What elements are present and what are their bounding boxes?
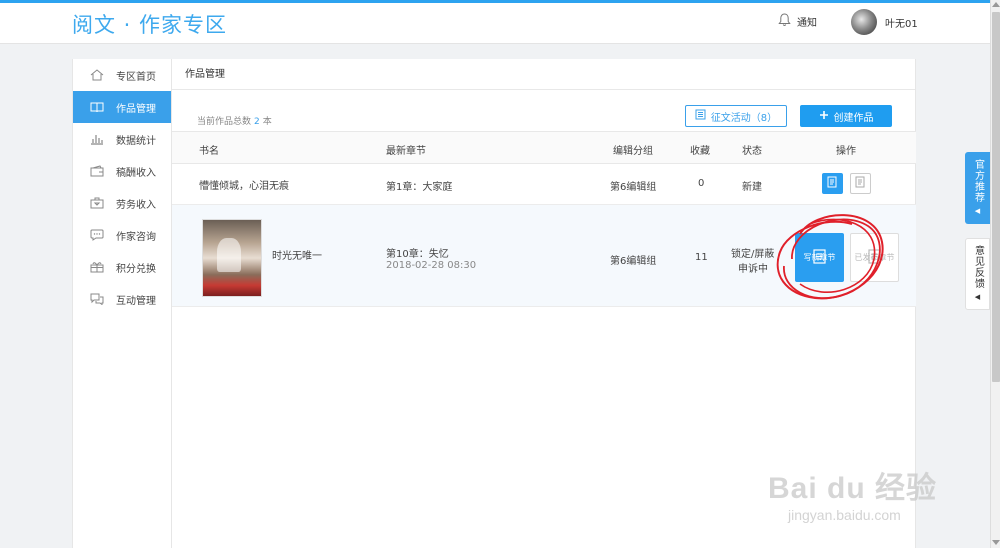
contest-button-label: 征文活动（8）	[710, 112, 778, 124]
sidebar-item-label: 劳务收入	[116, 199, 156, 211]
sidebar: 专区首页 作品管理 数据统计 稿酬收入 劳务收入 作家咨询 积分兑换 互动管理	[72, 59, 172, 548]
notification-label: 通知	[797, 18, 817, 29]
create-work-label: 创建作品	[833, 112, 874, 124]
chat-bubble-icon	[90, 229, 104, 241]
sidebar-item-label: 作家咨询	[116, 231, 156, 243]
sidebar-item-consult[interactable]: 作家咨询	[73, 219, 171, 251]
table-header: 书名 最新章节 编辑分组 收藏 状态 操作	[172, 131, 916, 164]
feedback-label: 意见反馈	[972, 245, 984, 289]
column-actions: 操作	[836, 146, 856, 157]
scroll-up-arrow-icon[interactable]	[992, 2, 1000, 7]
table-row: 时光无唯一 第10章：失忆 2018-02-28 08:30 第6编辑组 11 …	[172, 205, 916, 307]
column-favorites: 收藏	[690, 146, 710, 157]
create-work-button[interactable]: 创建作品	[800, 105, 892, 127]
sidebar-item-label: 专区首页	[116, 71, 156, 83]
column-book: 书名	[199, 146, 219, 157]
published-chapters-button[interactable]: 已发布章节	[850, 233, 899, 282]
published-chapters-button[interactable]	[850, 173, 871, 194]
plus-icon	[819, 110, 829, 123]
book-cover-image[interactable]	[202, 219, 262, 297]
book-title-link[interactable]: 时光无唯一	[272, 247, 322, 262]
works-count-prefix: 当前作品总数	[197, 117, 252, 127]
bell-icon	[778, 13, 791, 30]
comments-icon	[90, 293, 104, 305]
works-count-suffix: 本	[262, 117, 272, 127]
home-icon	[90, 69, 104, 81]
status-badge: 新建	[742, 182, 762, 193]
editor-group: 第6编辑组	[610, 256, 657, 267]
feedback-tab[interactable]: 意见反馈 ◀	[965, 238, 990, 310]
wallet-icon	[90, 165, 104, 177]
scroll-thumb[interactable]	[992, 12, 1000, 382]
latest-chapter[interactable]: 第1章：大家庭	[386, 178, 452, 193]
edit-document-icon	[827, 176, 838, 191]
works-count-value: 2	[254, 117, 260, 127]
favorites-count: 11	[695, 252, 708, 263]
status-badge: 锁定/屏蔽	[731, 249, 775, 260]
list-icon	[695, 109, 706, 123]
latest-chapter[interactable]: 第10章：失忆	[386, 245, 449, 260]
document-icon	[855, 176, 866, 191]
gift-icon	[90, 261, 104, 273]
book-title-link[interactable]: 懵懂倾城，心泪无痕	[199, 177, 289, 192]
write-chapter-button[interactable]	[822, 173, 843, 194]
sidebar-item-interaction[interactable]: 互动管理	[73, 283, 171, 315]
works-count: 当前作品总数 2 本	[197, 114, 272, 127]
published-chapters-label: 已发布章节	[854, 253, 895, 262]
sidebar-item-royalty[interactable]: 稿酬收入	[73, 155, 171, 187]
book-icon	[90, 101, 104, 113]
favorites-count: 0	[698, 178, 705, 189]
caret-left-icon: ◀	[974, 207, 981, 215]
editor-group: 第6编辑组	[610, 182, 657, 193]
write-new-chapter-button[interactable]: 写新章节	[795, 233, 844, 282]
sidebar-item-label: 数据统计	[116, 135, 156, 147]
baidu-jingyan-watermark: Bai du 经验	[768, 472, 938, 505]
official-recommend-label: 官方推荐	[972, 159, 984, 203]
sidebar-item-works[interactable]: 作品管理	[73, 91, 171, 123]
avatar[interactable]	[851, 9, 877, 35]
write-new-chapter-label: 写新章节	[803, 253, 836, 262]
caret-left-icon: ◀	[974, 293, 981, 301]
contest-button[interactable]: 征文活动（8）	[685, 105, 787, 127]
column-latest: 最新章节	[386, 146, 426, 157]
page-scrollbar[interactable]	[990, 0, 1000, 548]
sidebar-item-label: 稿酬收入	[116, 167, 156, 179]
sidebar-item-label: 积分兑换	[116, 263, 156, 275]
column-group: 编辑分组	[613, 146, 653, 157]
baidu-jingyan-url-watermark: jingyan.baidu.com	[788, 507, 901, 523]
user-menu[interactable]: 叶无01	[851, 9, 918, 35]
scroll-down-arrow-icon[interactable]	[992, 540, 1000, 545]
site-logo[interactable]: 阅文 · 作家专区	[72, 9, 227, 39]
sidebar-item-label: 互动管理	[116, 295, 156, 307]
column-status: 状态	[742, 146, 762, 157]
bar-chart-icon	[90, 133, 104, 145]
status-sub-badge: 申诉中	[738, 264, 768, 275]
sidebar-item-stats[interactable]: 数据统计	[73, 123, 171, 155]
briefcase-icon	[90, 197, 104, 209]
sidebar-item-points[interactable]: 积分兑换	[73, 251, 171, 283]
official-recommend-tab[interactable]: 官方推荐 ◀	[965, 152, 990, 224]
sidebar-item-labor[interactable]: 劳务收入	[73, 187, 171, 219]
latest-chapter-time: 2018-02-28 08:30	[386, 260, 477, 271]
top-header: 阅文 · 作家专区 通知 叶无01	[0, 3, 990, 44]
table-row: 懵懂倾城，心泪无痕 第1章：大家庭 第6编辑组 0 新建	[172, 164, 916, 205]
page-title: 作品管理	[172, 59, 915, 90]
notification-button[interactable]: 通知	[778, 13, 817, 30]
sidebar-item-home[interactable]: 专区首页	[73, 59, 171, 91]
sidebar-item-label: 作品管理	[116, 103, 156, 115]
username: 叶无01	[885, 18, 918, 30]
